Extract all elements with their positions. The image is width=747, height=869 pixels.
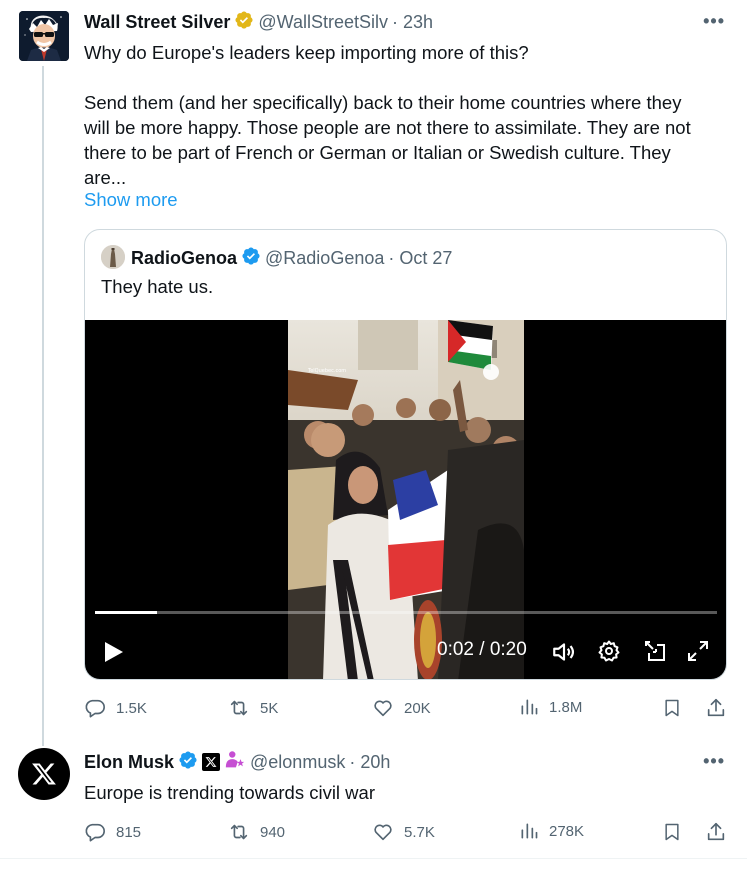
- show-more-link[interactable]: Show more: [84, 189, 178, 211]
- video-progress-bar[interactable]: [95, 611, 717, 614]
- quoted-tweet-header: RadioGenoa @RadioGenoa · Oct 27: [131, 245, 452, 271]
- tweet-action-bar: 1.5K 5K 20K 1.8M: [84, 697, 730, 721]
- blue-verified-icon[interactable]: [178, 750, 198, 775]
- reply-header: Elon Musk @elonmusk · 20h: [84, 750, 390, 774]
- author-name[interactable]: Wall Street Silver: [84, 12, 230, 33]
- settings-gear-icon[interactable]: [597, 639, 621, 668]
- like-button[interactable]: 5.7K: [372, 821, 435, 843]
- views-count: 1.8M: [549, 698, 583, 716]
- reply-button[interactable]: 815: [84, 821, 141, 843]
- share-icon[interactable]: [705, 697, 727, 724]
- video-player[interactable]: TelQuebec.com 0:02 / 0:20: [85, 320, 726, 679]
- like-count: 20K: [404, 699, 431, 717]
- repost-button[interactable]: 940: [228, 821, 285, 843]
- reply-count: 1.5K: [116, 699, 147, 717]
- reply-timestamp[interactable]: · 20h: [349, 752, 390, 773]
- quoted-author-handle[interactable]: @RadioGenoa: [265, 248, 384, 269]
- picture-in-picture-icon[interactable]: [643, 639, 667, 668]
- views-button[interactable]: 1.8M: [519, 697, 582, 717]
- author-handle[interactable]: @WallStreetSilv: [258, 12, 388, 33]
- government-badge-icon[interactable]: [224, 749, 246, 776]
- reply-action-bar: 815 940 5.7K 278K: [84, 821, 730, 845]
- reply-text: Europe is trending towards civil war: [84, 782, 375, 803]
- video-frame: TelQuebec.com: [288, 320, 524, 679]
- views-count: 278K: [549, 822, 585, 840]
- video-progress-fill: [95, 611, 158, 614]
- quoted-tweet-card[interactable]: RadioGenoa @RadioGenoa · Oct 27 They hat…: [84, 229, 727, 680]
- like-count: 5.7K: [404, 823, 435, 841]
- repost-count: 5K: [260, 699, 279, 717]
- share-icon[interactable]: [705, 821, 727, 848]
- bookmark-icon[interactable]: [662, 697, 682, 724]
- elonmusk-avatar[interactable]: [18, 748, 70, 800]
- like-button[interactable]: 20K: [372, 697, 431, 719]
- bookmark-icon[interactable]: [662, 821, 682, 848]
- volume-icon[interactable]: [551, 639, 577, 670]
- svg-text:TelQuebec.com: TelQuebec.com: [307, 368, 346, 374]
- gold-verified-icon[interactable]: [234, 10, 254, 35]
- x-affiliation-icon[interactable]: [202, 753, 221, 771]
- blue-verified-icon[interactable]: [241, 246, 261, 271]
- radiogenoa-avatar[interactable]: [101, 245, 125, 269]
- reply-more-options-icon[interactable]: •••: [703, 751, 725, 772]
- wallstreetsilver-avatar[interactable]: [19, 11, 69, 61]
- quoted-tweet-timestamp[interactable]: · Oct 27: [388, 248, 452, 269]
- play-icon[interactable]: [103, 640, 125, 669]
- reply-count: 815: [116, 823, 142, 841]
- reply-button[interactable]: 1.5K: [84, 697, 147, 719]
- reply-author-handle[interactable]: @elonmusk: [250, 752, 345, 773]
- tweet-header: Wall Street Silver @WallStreetSilv · 23h: [84, 10, 433, 34]
- more-options-icon[interactable]: •••: [703, 11, 725, 32]
- thread-connector-line: [42, 66, 44, 746]
- repost-count: 940: [260, 823, 286, 841]
- fullscreen-icon[interactable]: [686, 639, 710, 668]
- bottom-divider: [0, 858, 747, 859]
- tweet-timestamp[interactable]: · 23h: [392, 12, 433, 33]
- reply-author-name[interactable]: Elon Musk: [84, 752, 174, 773]
- quoted-author-name[interactable]: RadioGenoa: [131, 248, 237, 269]
- tweet-text-line1: Why do Europe's leaders keep importing m…: [84, 42, 529, 63]
- tweet-text-paragraph: Send them (and her specifically) back to…: [84, 92, 691, 188]
- quoted-tweet-text: They hate us.: [101, 276, 214, 297]
- views-button[interactable]: 278K: [519, 821, 584, 841]
- repost-button[interactable]: 5K: [228, 697, 278, 719]
- video-time-display: 0:02 / 0:20: [437, 639, 527, 660]
